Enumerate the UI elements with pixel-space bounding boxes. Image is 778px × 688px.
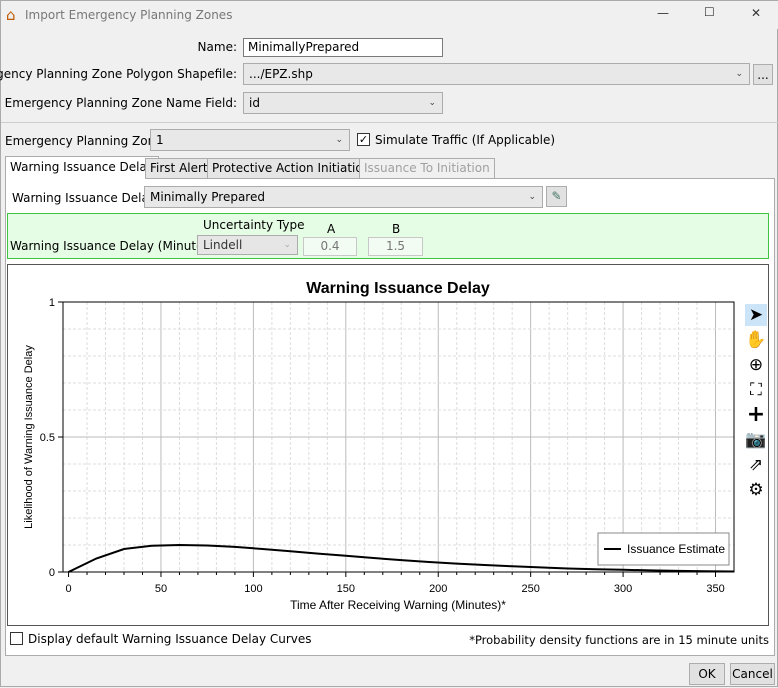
y-tick-label: 1	[49, 297, 55, 309]
add-icon[interactable]: +	[745, 404, 767, 426]
x-tick-label: 250	[521, 583, 539, 595]
settings-icon[interactable]: ⚙	[745, 479, 767, 501]
cancel-button[interactable]: Cancel	[730, 663, 775, 685]
x-tick-label: 200	[429, 583, 447, 595]
x-tick-label: 150	[337, 583, 355, 595]
pdf-note: *Probability density functions are in 15…	[469, 633, 769, 647]
chart[interactable]: Warning Issuance Delay 0 50 100 150 200 250 30…	[1, 1, 778, 688]
legend-label: Issuance Estimate	[627, 542, 725, 556]
default-curves-label: Display default Warning Issuance Delay C…	[28, 632, 312, 646]
x-tick-label: 300	[614, 583, 632, 595]
default-curves-checkbox[interactable]	[10, 632, 23, 645]
export-icon[interactable]: ⇗	[745, 454, 767, 476]
x-axis-label: Time After Receiving Warning (Minutes)*	[290, 598, 506, 612]
zoom-icon[interactable]: ⊕	[745, 354, 767, 376]
x-tick-label: 100	[244, 583, 262, 595]
pointer-icon[interactable]: ➤	[745, 304, 767, 326]
chart-title: Warning Issuance Delay	[306, 280, 490, 297]
pan-icon[interactable]: ✋	[745, 329, 767, 351]
x-tick-label: 50	[155, 583, 167, 595]
fit-icon[interactable]: ⛶	[745, 379, 767, 401]
legend: Issuance Estimate	[597, 532, 730, 566]
y-axis-label: Likelihood of Warning Issuance Delay	[23, 345, 35, 529]
x-tick-label: 350	[706, 583, 724, 595]
y-tick-label: 0	[49, 567, 55, 579]
camera-icon[interactable]: 📷	[745, 429, 767, 451]
ok-button[interactable]: OK	[689, 663, 725, 685]
x-tick-label: 0	[65, 583, 71, 595]
y-tick-label: 0.5	[40, 432, 55, 444]
